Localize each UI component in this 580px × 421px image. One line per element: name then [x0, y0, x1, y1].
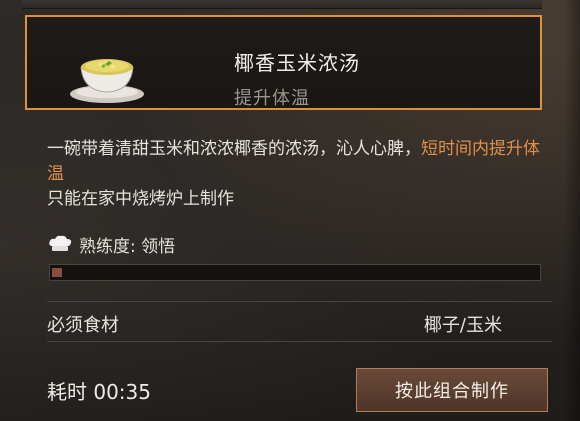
mastery-row: 熟练度: 领悟	[47, 233, 176, 257]
ingredients-value: 椰子/玉米	[423, 315, 502, 336]
chef-hat-icon	[49, 235, 72, 251]
cook-time: 耗时 00:35	[47, 380, 151, 404]
craft-button[interactable]: 按此组合制作	[356, 368, 548, 412]
recipe-name: 椰香玉米浓汤	[234, 51, 360, 75]
selected-recipe-card[interactable]: 椰香玉米浓汤 提升体温	[25, 15, 542, 110]
soup-bowl-icon	[70, 59, 144, 103]
mastery-progress-bar	[49, 264, 541, 281]
divider	[47, 301, 552, 302]
description-text: 一碗带着清甜玉米和浓浓椰香的浓汤，沁人心脾，	[47, 139, 421, 159]
recipe-description: 一碗带着清甜玉米和浓浓椰香的浓汤，沁人心脾，短时间内提升体温 只能在家中烧烤炉上…	[47, 137, 552, 212]
mastery-progress-fill	[52, 268, 62, 277]
divider	[47, 341, 552, 342]
recipe-detail-panel: 椰香玉米浓汤 提升体温 一碗带着清甜玉米和浓浓椰香的浓汤，沁人心脾，短时间内提升…	[14, 4, 552, 421]
edge-shadow	[564, 0, 580, 421]
ingredients-label: 必须食材	[47, 315, 119, 336]
recipe-effect: 提升体温	[234, 88, 310, 109]
description-restriction: 只能在家中烧烤炉上制作	[47, 189, 234, 209]
mastery-label: 熟练度: 领悟	[79, 236, 176, 257]
